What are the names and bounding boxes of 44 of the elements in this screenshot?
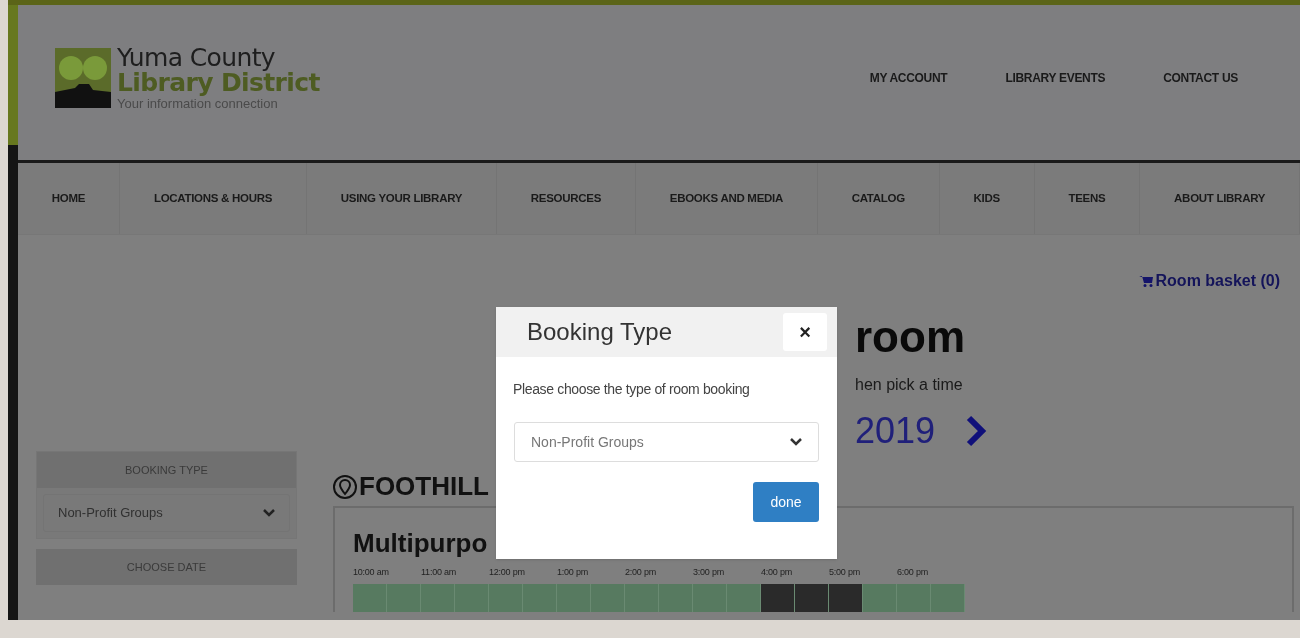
time-label: 5:00 pm	[829, 566, 861, 579]
time-label: 1:00 pm	[557, 566, 589, 579]
logo-subtitle: Library District	[117, 70, 320, 95]
header-link[interactable]: LIBRARY EVENTS	[1005, 68, 1106, 87]
cart-icon	[1138, 275, 1153, 287]
chevron-down-icon	[263, 509, 275, 517]
time-label: 2:00 pm	[625, 566, 657, 579]
nav-item[interactable]: KIDS	[939, 163, 1035, 234]
chevron-right-icon[interactable]	[965, 415, 988, 447]
nav-item[interactable]: TEENS	[1034, 163, 1141, 234]
dialog-title: Booking Type	[527, 317, 672, 347]
dialog-prompt: Please choose the type of room booking	[513, 380, 751, 399]
time-label: 10:00 am	[353, 566, 390, 579]
nav-item[interactable]: ABOUT LIBRARY	[1140, 163, 1300, 234]
time-slot[interactable]	[829, 583, 863, 612]
date-text: 2019	[855, 413, 936, 449]
room-basket-link[interactable]: Room basket (0)	[1138, 269, 1280, 293]
booking-type-select[interactable]: Non-Profit Groups	[514, 422, 819, 462]
logo-icon	[55, 47, 111, 108]
booking-type-select[interactable]: Non-Profit Groups	[43, 494, 290, 532]
time-label: 6:00 pm	[897, 566, 929, 579]
chevron-down-icon	[790, 438, 802, 446]
page-heading: room	[855, 315, 966, 359]
nav-item[interactable]: RESOURCES	[497, 163, 636, 234]
close-button[interactable]: ×	[783, 313, 827, 351]
nav-item[interactable]: EBOOKS AND MEDIA	[635, 163, 818, 234]
time-slot[interactable]	[795, 583, 829, 612]
time-label: 12:00 pm	[489, 566, 526, 579]
nav-item[interactable]: LOCATIONS & HOURS	[120, 163, 307, 234]
time-label: 3:00 pm	[693, 566, 725, 579]
location-title: FOOTHILL	[359, 470, 489, 503]
header-link[interactable]: MY ACCOUNT	[869, 68, 948, 87]
nav-item[interactable]: HOME	[18, 163, 121, 234]
page-subheading: hen pick a time	[855, 375, 964, 395]
nav-item[interactable]: USING YOUR LIBRARY	[306, 163, 497, 234]
location-pin-icon	[333, 473, 357, 500]
room-title: Multipurpo	[353, 530, 489, 556]
time-slot[interactable]	[761, 583, 795, 612]
time-label: 4:00 pm	[761, 566, 793, 579]
time-label: 11:00 am	[421, 566, 458, 579]
logo-title: Yuma County	[117, 45, 277, 70]
header-link[interactable]: CONTACT US	[1163, 68, 1238, 87]
nav-item[interactable]: CATALOG	[817, 163, 940, 234]
done-button[interactable]: done	[753, 482, 819, 522]
